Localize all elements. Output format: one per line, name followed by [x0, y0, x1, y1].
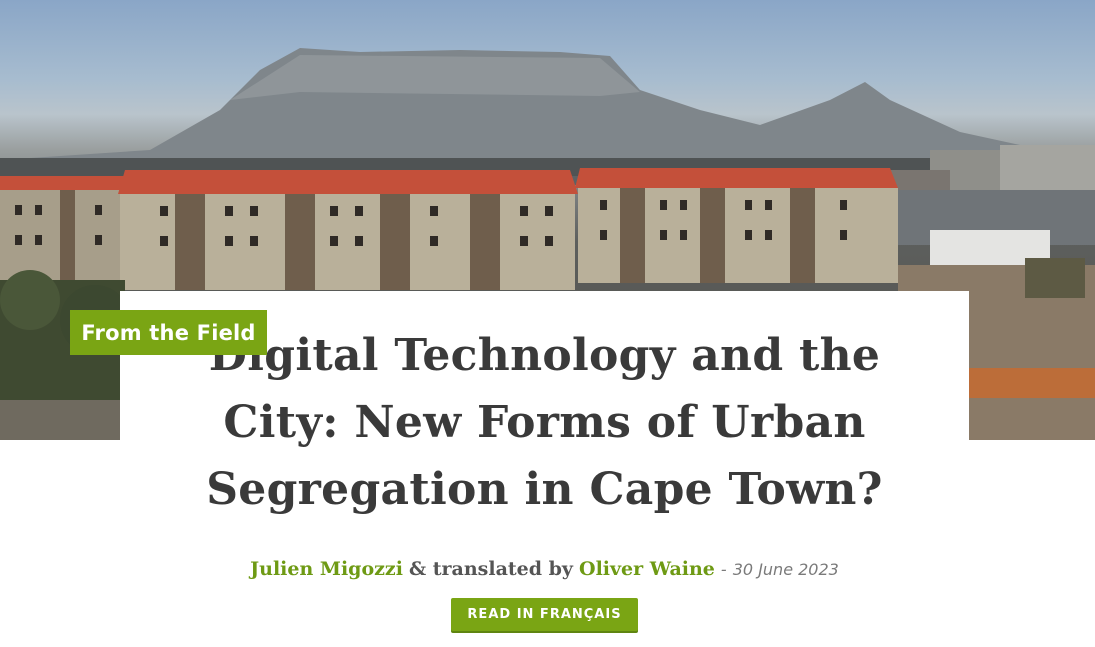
date-separator: -: [720, 560, 727, 579]
article-title: Digital Technology and the City: New For…: [206, 330, 883, 515]
byline-connector: & translated by: [408, 558, 573, 580]
translator-link[interactable]: Oliver Waine: [579, 558, 715, 580]
publish-date: 30 June 2023: [732, 560, 839, 579]
byline: Julien Migozzi & translated by Oliver Wa…: [120, 558, 969, 580]
author-link[interactable]: Julien Migozzi: [250, 558, 403, 580]
category-badge[interactable]: From the Field: [70, 310, 267, 355]
read-in-french-button[interactable]: READ IN FRANÇAIS: [451, 598, 638, 631]
